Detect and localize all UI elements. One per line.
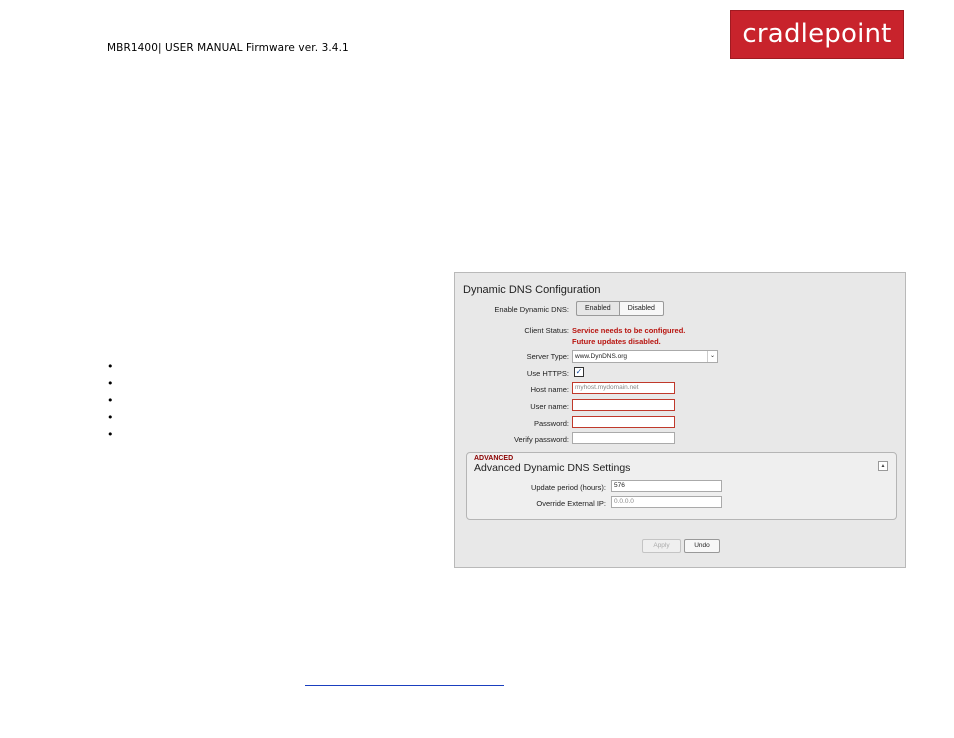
override-ip-input[interactable]: 0.0.0.0 (611, 496, 722, 508)
collapse-icon[interactable]: ▲ (878, 461, 888, 471)
client-status-text: Service needs to be configured. Future u… (572, 326, 685, 347)
section-title: Dynamic DNS Configuration (463, 284, 601, 296)
verify-password-label: Verify password: (513, 435, 569, 444)
cradlepoint-logo: cradlepoint (730, 10, 904, 59)
status-line-2: Future updates disabled. (572, 336, 661, 346)
status-line-1: Service needs to be configured. (572, 326, 686, 335)
bullet-list (107, 358, 114, 443)
use-https-label: Use HTTPS: (526, 369, 569, 378)
host-name-label: Host name: (530, 385, 569, 394)
enable-ddns-label: Enable Dynamic DNS: (494, 305, 569, 314)
bullet-item (107, 409, 114, 426)
checkmark-icon: ✓ (575, 367, 583, 376)
advanced-panel: ADVANCED Advanced Dynamic DNS Settings ▲… (466, 452, 897, 520)
hyperlink-underline[interactable] (305, 685, 504, 686)
update-period-input[interactable]: 576 (611, 480, 722, 492)
disabled-button[interactable]: Disabled (618, 301, 664, 316)
chevron-down-icon: ⌄ (707, 351, 717, 362)
client-status-label: Client Status: (524, 326, 569, 335)
bullet-item (107, 392, 114, 409)
enabled-button[interactable]: Enabled (576, 301, 619, 316)
bullet-item (107, 426, 114, 443)
verify-password-input[interactable] (572, 432, 675, 444)
server-type-value: www.DynDNS.org (575, 353, 628, 360)
enable-ddns-toggle[interactable]: Enabled Disabled (576, 301, 664, 316)
use-https-checkbox[interactable]: ✓ (574, 367, 584, 377)
password-input[interactable] (572, 416, 675, 428)
server-type-select[interactable]: www.DynDNS.org ⌄ (572, 350, 718, 363)
bullet-item (107, 358, 114, 375)
apply-button[interactable]: Apply (642, 539, 681, 553)
dynamic-dns-screenshot: Dynamic DNS Configuration Enable Dynamic… (454, 272, 906, 568)
override-ip-label: Override External IP: (536, 499, 606, 508)
password-label: Password: (533, 419, 569, 428)
update-period-label: Update period (hours): (530, 483, 606, 492)
bullet-item (107, 375, 114, 392)
manual-header: MBR1400| USER MANUAL Firmware ver. 3.4.1 (107, 42, 349, 54)
user-name-input[interactable] (572, 399, 675, 411)
undo-button[interactable]: Undo (684, 539, 720, 553)
user-name-label: User name: (530, 402, 569, 411)
advanced-title: Advanced Dynamic DNS Settings (474, 462, 631, 474)
host-name-input[interactable]: myhost.mydomain.net (572, 382, 675, 394)
server-type-label: Server Type: (526, 352, 569, 361)
advanced-tag: ADVANCED (474, 455, 514, 462)
